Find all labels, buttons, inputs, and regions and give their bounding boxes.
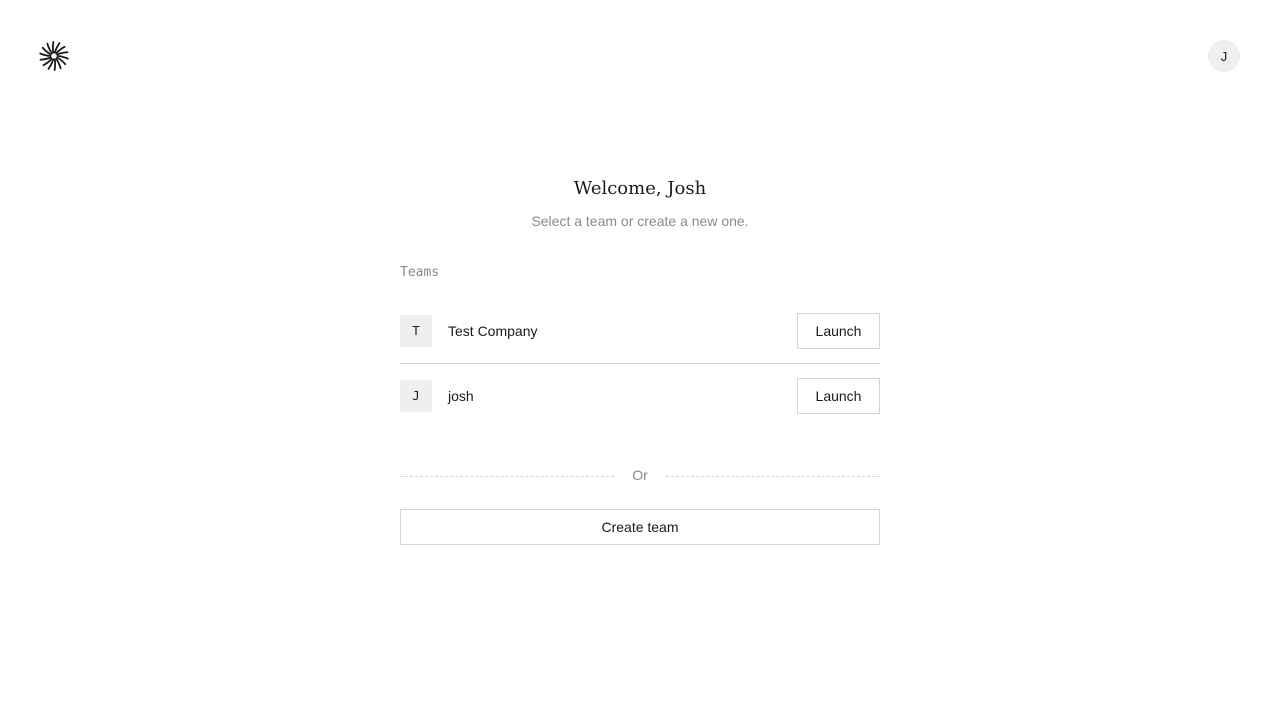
logo-icon (39, 41, 69, 71)
team-name: josh (448, 388, 474, 404)
user-avatar[interactable]: J (1208, 40, 1240, 72)
launch-button[interactable]: Launch (797, 378, 880, 414)
asterisk-burst-icon (39, 41, 69, 71)
create-team-button[interactable]: Create team (400, 509, 880, 545)
team-name: Test Company (448, 323, 538, 339)
launch-button[interactable]: Launch (797, 313, 880, 349)
or-divider-right (666, 476, 880, 477)
or-divider-left (400, 476, 614, 477)
team-row: T Test Company Launch (400, 313, 880, 349)
avatar-initial: J (1220, 48, 1228, 64)
team-row-divider (400, 363, 880, 364)
page-subtitle: Select a team or create a new one. (531, 213, 749, 229)
team-avatar: J (400, 380, 432, 412)
teams-section-label: Teams (400, 265, 440, 280)
team-row: J josh Launch (400, 378, 880, 414)
page-title: Welcome, Josh (573, 178, 707, 199)
or-separator-label: Or (632, 467, 648, 483)
team-avatar: T (400, 315, 432, 347)
